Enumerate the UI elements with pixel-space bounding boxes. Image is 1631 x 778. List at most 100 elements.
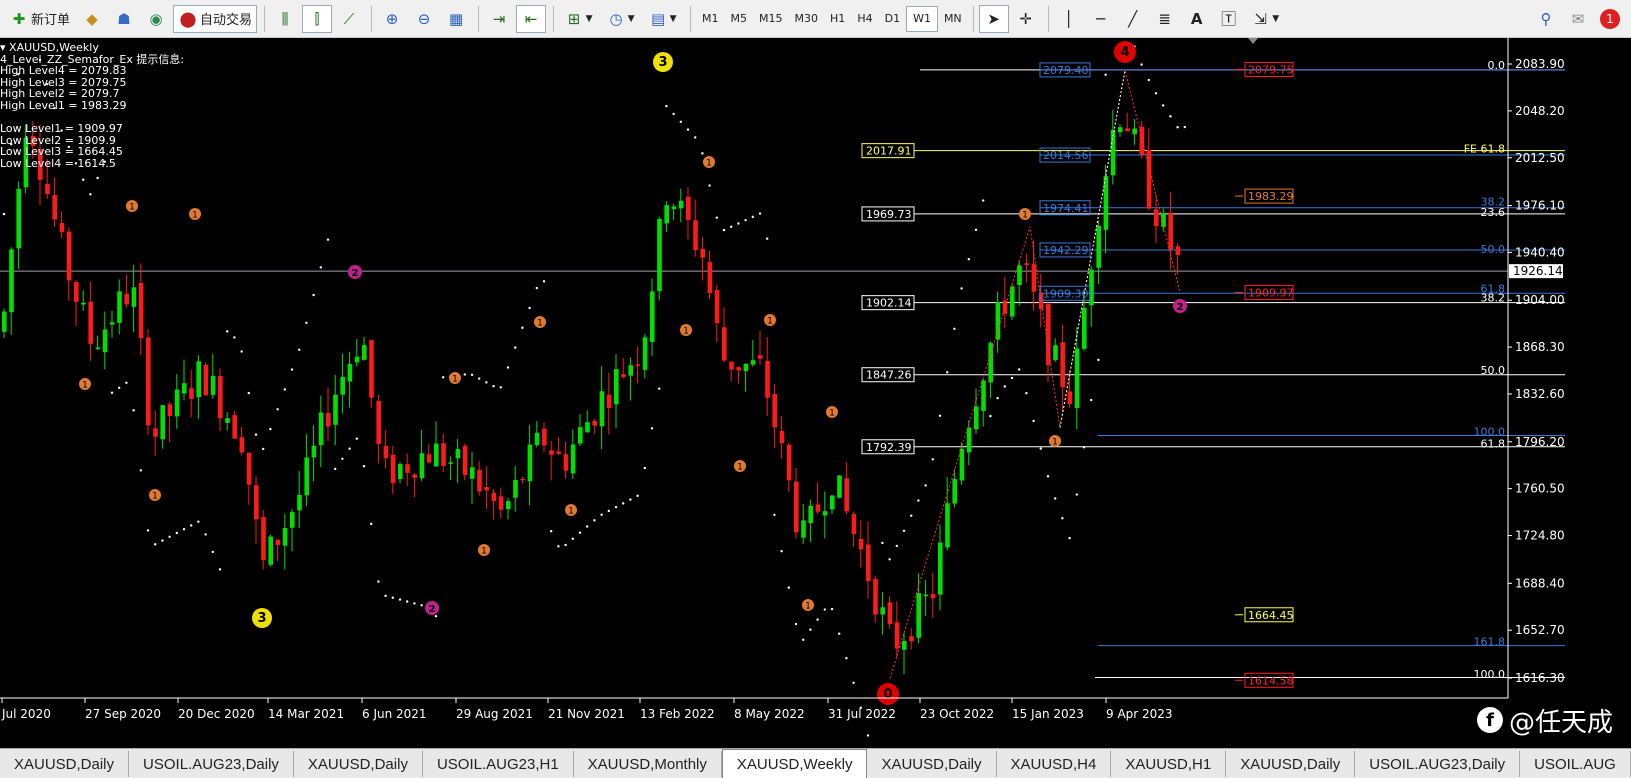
bar-chart-button[interactable]: ⫼ (270, 5, 300, 33)
templates-button[interactable]: ▤ ▼ (643, 5, 683, 33)
timeframe-mn[interactable]: MN (938, 6, 968, 32)
time-tick-label: 14 Mar 2021 (268, 707, 344, 721)
text-tool-button[interactable]: A (1182, 5, 1212, 33)
candle-body (736, 367, 741, 371)
candle-body (534, 432, 540, 446)
candle-body (470, 467, 475, 479)
metaeditor-button[interactable]: ◆ (77, 5, 107, 33)
arrows-tool-button[interactable]: ⇲ ▼ (1246, 5, 1286, 33)
tab-xauusd-daily-3[interactable]: XAUUSD,Daily (867, 751, 997, 777)
tile-windows-button[interactable]: ▦ (441, 5, 471, 33)
zoom-in-icon: ⊕ (385, 9, 399, 28)
fibo-left-label: 1792.39 (866, 441, 912, 454)
sar-dot (787, 586, 790, 589)
candle-body (938, 542, 943, 595)
candle-body (297, 494, 302, 511)
tab-xauusd-h1[interactable]: XAUUSD,H1 (1111, 751, 1227, 777)
signals-button[interactable]: ◉ (141, 5, 171, 33)
sar-dot (1025, 391, 1028, 395)
chart-canvas[interactable]: 4 3 3 2 2 2 0 1 1 1 1 1 1 1 1 1 1 1 1 1 1 1 1 2017.91 1969.73 19… (0, 38, 1631, 748)
timeframe-m15[interactable]: M15 (753, 6, 789, 32)
candle-body (455, 449, 461, 459)
sar-dot (514, 346, 517, 349)
sar-dot (758, 212, 762, 215)
sar-dot (751, 215, 754, 219)
timeframe-d1[interactable]: D1 (879, 6, 906, 32)
tab-usoil-daily-2[interactable]: USOIL.AUG23,Daily (1355, 751, 1521, 777)
fibonacci-button[interactable]: ≣ (1150, 5, 1180, 33)
sar-dot (622, 502, 625, 505)
candle-body (959, 448, 965, 481)
search-button[interactable]: ⚲ (1531, 5, 1561, 33)
fibo-percent-label: 38.2 (1481, 292, 1506, 305)
sar-dot (838, 632, 841, 635)
chevron-down-icon: ▼ (669, 13, 677, 24)
new-order-button[interactable]: ✚ 新订单 (4, 5, 75, 33)
zoom-in-button[interactable]: ⊕ (377, 5, 407, 33)
timeframe-h1[interactable]: H1 (824, 6, 851, 32)
candle-body (599, 391, 605, 427)
candle-chart-button[interactable]: ⫿ (302, 4, 333, 33)
timeframe-m1[interactable]: M1 (696, 6, 725, 32)
timeframe-m30[interactable]: M30 (789, 6, 825, 32)
sar-dot (982, 199, 985, 202)
sar-dot (881, 541, 884, 545)
tab-xauusd-daily-2[interactable]: XAUUSD,Daily (294, 751, 423, 777)
alerts-button[interactable]: 1 (1595, 5, 1625, 33)
zoom-out-button[interactable]: ⊖ (409, 5, 439, 33)
sar-dot (528, 306, 531, 310)
sar-dot (125, 381, 128, 385)
time-tick-label: 8 May 2022 (734, 707, 805, 721)
timeframe-w1[interactable]: W1 (906, 5, 938, 32)
tab-xauusd-h4[interactable]: XAUUSD,H4 (997, 751, 1112, 777)
sar-dot (240, 350, 243, 353)
toolbar-divider (972, 5, 974, 32)
sar-dot (888, 558, 891, 561)
candle-body (1103, 175, 1109, 230)
tab-usoil-aug[interactable]: USOIL.AUG (1520, 751, 1631, 777)
vertical-line-button[interactable]: │ (1054, 5, 1084, 33)
time-tick-label: 21 Nov 2021 (548, 707, 625, 721)
candle-body (657, 219, 662, 292)
sar-dot (557, 545, 560, 548)
sar-dot (701, 152, 704, 155)
chat-button[interactable]: ✉ (1563, 5, 1593, 33)
candle-body (290, 512, 295, 528)
horizontal-line-button[interactable]: ─ (1086, 5, 1116, 33)
timeframe-m5[interactable]: M5 (725, 6, 754, 32)
price-tick-label: 1976.10 (1515, 199, 1565, 213)
sar-dot (816, 618, 819, 621)
fibo-percent-label: 100.0 (1474, 668, 1506, 681)
sar-dot (852, 681, 855, 685)
auto-trading-button[interactable]: ⬤ 自动交易 (173, 4, 258, 33)
market-watch-button[interactable]: ☗ (109, 5, 139, 33)
trendline-button[interactable]: ╱ (1118, 5, 1148, 33)
sar-dot (1032, 419, 1035, 423)
sar-dot (600, 513, 603, 516)
line-chart-button[interactable]: ⟋ (334, 5, 364, 33)
sar-dot (665, 104, 668, 108)
tab-usoil-h1[interactable]: USOIL.AUG23,H1 (423, 751, 574, 777)
sar-dot (463, 373, 466, 376)
timeframe-h4[interactable]: H4 (851, 6, 878, 32)
price-chart[interactable]: 4 3 3 2 2 2 0 1 1 1 1 1 1 1 1 1 1 1 1 1 1 1 1 2017.91 1969.73 19… (0, 38, 1631, 748)
crosshair-tool-button[interactable]: ✛ (1011, 5, 1041, 33)
indicators-button[interactable]: ⊞ ▼ (559, 5, 599, 33)
autoscroll-button[interactable]: ⇥ (484, 5, 514, 33)
cursor-tool-button[interactable]: ➤ (978, 4, 1009, 33)
candle-body (585, 422, 590, 433)
fibo-percent-label: 50.0 (1481, 364, 1506, 377)
tab-xauusd-weekly[interactable]: XAUUSD,Weekly (721, 749, 868, 778)
tab-xauusd-daily-4[interactable]: XAUUSD,Daily (1226, 751, 1356, 777)
semafor-label-small: 1 (706, 159, 712, 169)
candle-body (614, 369, 619, 405)
tile-icon: ▦ (448, 9, 464, 28)
label-tool-button[interactable]: 🅃 (1214, 5, 1244, 33)
tab-xauusd-daily[interactable]: XAUUSD,Daily (0, 751, 130, 777)
periods-button[interactable]: ◷ ▼ (601, 5, 641, 33)
candle-body (822, 511, 828, 516)
tab-usoil-daily[interactable]: USOIL.AUG23,Daily (129, 751, 294, 777)
candle-body (282, 528, 288, 546)
chart-shift-button[interactable]: ⇤ (516, 4, 547, 33)
tab-xauusd-monthly[interactable]: XAUUSD,Monthly (574, 751, 722, 777)
